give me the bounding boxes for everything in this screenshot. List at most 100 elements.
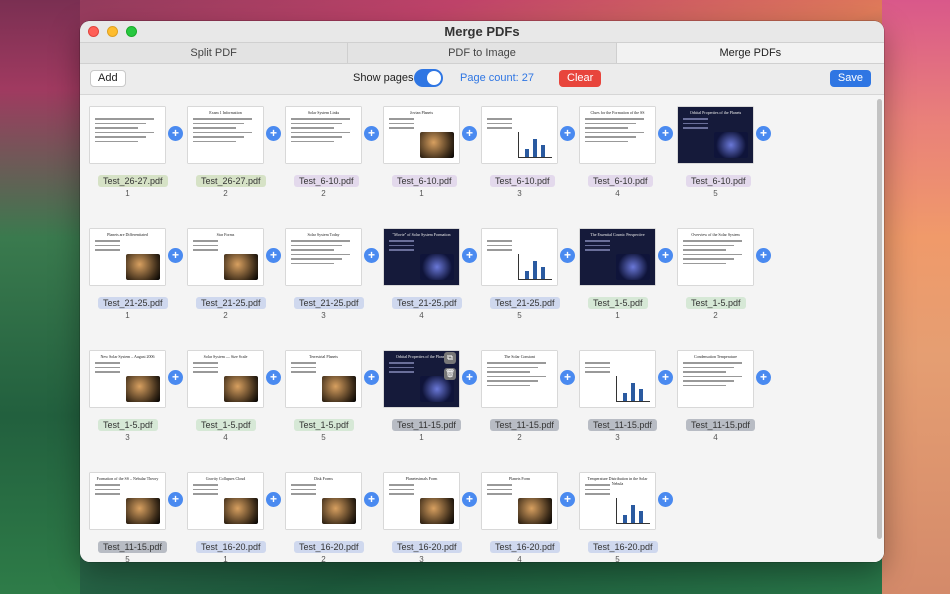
thumbnail-title: Star Forms — [216, 232, 235, 237]
page-number: 1 — [419, 189, 424, 198]
save-button[interactable]: Save — [829, 70, 871, 87]
page-thumbnail[interactable]: Terrestrial Planets — [286, 351, 361, 407]
file-name-badge: Test_16-20.pdf — [294, 541, 364, 553]
page-cell[interactable]: The Solar Constant + Test_11-15.pdf 2 — [472, 339, 575, 449]
page-thumbnail[interactable]: Condensation Temperature — [678, 351, 753, 407]
trash-icon[interactable]: 🗑 — [444, 368, 456, 380]
tab-bar: Split PDF PDF to Image Merge PDFs — [80, 42, 884, 64]
file-name-badge: Test_16-20.pdf — [490, 541, 560, 553]
page-thumbnail[interactable]: Planetesimals Form — [384, 473, 459, 529]
page-number: 2 — [517, 433, 522, 442]
page-thumbnail[interactable]: Planets are Differentiated — [90, 229, 165, 285]
page-cell[interactable]: Terrestrial Planets + Test_1-5.pdf 5 — [276, 339, 379, 449]
page-cell[interactable]: Orbital Properties of the Planets + Test_1… — [374, 339, 477, 449]
page-cell[interactable]: + Test_26-27.pdf 1 — [80, 95, 183, 205]
window-title: Merge PDFs — [444, 24, 520, 39]
page-thumbnail[interactable]: Planets Form — [482, 473, 557, 529]
page-thumbnail[interactable]: Gravity Collapses Cloud — [188, 473, 263, 529]
page-thumbnail[interactable] — [482, 229, 557, 285]
thumbnail-text-lines — [585, 484, 650, 498]
close-window-button[interactable] — [88, 26, 99, 37]
page-cell[interactable]: The Essential Cosmic Perspective + Test_1-… — [570, 217, 673, 327]
page-cell[interactable]: Gravity Collapses Cloud + Test_16-20.pdf 1 — [178, 461, 281, 562]
page-thumbnail[interactable]: Solar System Today — [286, 229, 361, 285]
duplicate-icon[interactable]: ⧉ — [444, 352, 456, 364]
page-thumbnail[interactable]: New Solar System – August 2006 — [90, 351, 165, 407]
page-thumbnail[interactable]: The Essential Cosmic Perspective — [580, 229, 655, 285]
thumbnail-text-lines — [291, 484, 356, 498]
page-thumbnail[interactable] — [482, 107, 557, 163]
page-cell[interactable]: Overview of the Solar System + Test_1-5.pd… — [668, 217, 771, 327]
tab-pdf-to-image[interactable]: PDF to Image — [348, 43, 617, 63]
scrollbar[interactable] — [874, 95, 884, 562]
thumbnail-title: Overview of the Solar System — [691, 232, 740, 237]
toolbar: Add Show pages Page count: 27 Clear Save — [80, 64, 884, 94]
insert-page-button[interactable]: + — [658, 492, 673, 507]
page-cell[interactable]: Planets Form + Test_16-20.pdf 4 — [472, 461, 575, 562]
file-name-badge: Test_11-15.pdf — [588, 419, 657, 431]
tab-merge-pdfs[interactable]: Merge PDFs — [616, 43, 884, 63]
page-cell[interactable]: + Test_11-15.pdf 3 — [570, 339, 673, 449]
page-thumbnail[interactable]: The Solar Constant — [482, 351, 557, 407]
page-number: 4 — [419, 311, 424, 320]
show-pages-toggle[interactable] — [414, 69, 443, 87]
page-thumbnail[interactable]: Clues for the Formation of the SS — [580, 107, 655, 163]
page-thumbnail[interactable]: Exam 1 Information — [188, 107, 263, 163]
file-name-badge: Test_11-15.pdf — [392, 419, 461, 431]
page-cell[interactable]: + Test_6-10.pdf 3 — [472, 95, 575, 205]
insert-page-button[interactable]: + — [756, 370, 771, 385]
page-thumbnail[interactable]: "Movie" of Solar System Formation — [384, 229, 459, 285]
page-thumbnail[interactable] — [90, 107, 165, 163]
scrollbar-thumb[interactable] — [877, 99, 882, 539]
page-cell[interactable]: "Movie" of Solar System Formation + Test_2… — [374, 217, 477, 327]
thumbnail-title: Gravity Collapses Cloud — [205, 476, 246, 481]
page-thumbnail[interactable]: Star Forms — [188, 229, 263, 285]
page-cell[interactable]: New Solar System – August 2006 + Test_1-5.… — [80, 339, 183, 449]
file-name-badge: Test_11-15.pdf — [98, 541, 167, 553]
thumbnail-text-lines — [585, 118, 650, 145]
clear-button[interactable]: Clear — [559, 70, 602, 87]
file-name-badge: Test_21-25.pdf — [98, 297, 168, 309]
page-thumbnail[interactable] — [580, 351, 655, 407]
page-cell[interactable]: Star Forms + Test_21-25.pdf 2 — [178, 217, 281, 327]
titlebar: Merge PDFs — [80, 21, 884, 42]
page-number: 3 — [615, 433, 620, 442]
thumbnail-image — [420, 498, 454, 524]
page-thumbnail[interactable]: Jovian Planets — [384, 107, 459, 163]
page-number: 1 — [125, 189, 130, 198]
thumbnail-image — [518, 132, 552, 158]
page-cell[interactable]: Clues for the Formation of the SS + Test_6… — [570, 95, 673, 205]
tab-split-pdf[interactable]: Split PDF — [80, 43, 349, 63]
page-thumbnail[interactable]: Orbital Properties of the Planets — [678, 107, 753, 163]
page-cell[interactable]: Planets are Differentiated + Test_21-25.pd… — [80, 217, 183, 327]
page-cell[interactable]: Disk Forms + Test_16-20.pdf 2 — [276, 461, 379, 562]
page-cell[interactable]: Exam 1 Information + Test_26-27.pdf 2 — [178, 95, 281, 205]
thumbnail-text-lines — [487, 118, 552, 132]
page-grid-area: + Test_26-27.pdf 1 Exam 1 Information + Test_… — [80, 94, 884, 562]
page-thumbnail[interactable]: Overview of the Solar System — [678, 229, 753, 285]
minimize-window-button[interactable] — [107, 26, 118, 37]
page-cell[interactable]: Temperature Distribution in the Solar Ne… — [570, 461, 673, 562]
page-thumbnail[interactable]: Solar System — Size Scale — [188, 351, 263, 407]
page-cell[interactable]: Formation of the SS – Nebular Theory + Tes… — [80, 461, 183, 562]
zoom-window-button[interactable] — [126, 26, 137, 37]
page-cell[interactable]: + Test_21-25.pdf 5 — [472, 217, 575, 327]
page-cell[interactable]: Jovian Planets + Test_6-10.pdf 1 — [374, 95, 477, 205]
page-thumbnail[interactable]: Disk Forms — [286, 473, 361, 529]
page-thumbnail[interactable]: Temperature Distribution in the Solar Ne… — [580, 473, 655, 529]
page-number: 4 — [713, 433, 718, 442]
page-cell[interactable]: Planetesimals Form + Test_16-20.pdf 3 — [374, 461, 477, 562]
page-cell[interactable]: Condensation Temperature + Test_11-15.pdf 4 — [668, 339, 771, 449]
thumbnail-title: Jovian Planets — [410, 110, 433, 115]
page-cell[interactable]: Solar System Today + Test_21-25.pdf 3 — [276, 217, 379, 327]
insert-page-button[interactable]: + — [756, 126, 771, 141]
file-name-badge: Test_1-5.pdf — [588, 297, 648, 309]
page-thumbnail[interactable]: Solar System Links — [286, 107, 361, 163]
file-name-badge: Test_6-10.pdf — [588, 175, 653, 187]
insert-page-button[interactable]: + — [756, 248, 771, 263]
page-cell[interactable]: Solar System — Size Scale + Test_1-5.pdf 4 — [178, 339, 281, 449]
page-cell[interactable]: Orbital Properties of the Planets + Test_6… — [668, 95, 771, 205]
add-button[interactable]: Add — [90, 70, 126, 87]
page-thumbnail[interactable]: Formation of the SS – Nebular Theory — [90, 473, 165, 529]
page-cell[interactable]: Solar System Links + Test_6-10.pdf 2 — [276, 95, 379, 205]
